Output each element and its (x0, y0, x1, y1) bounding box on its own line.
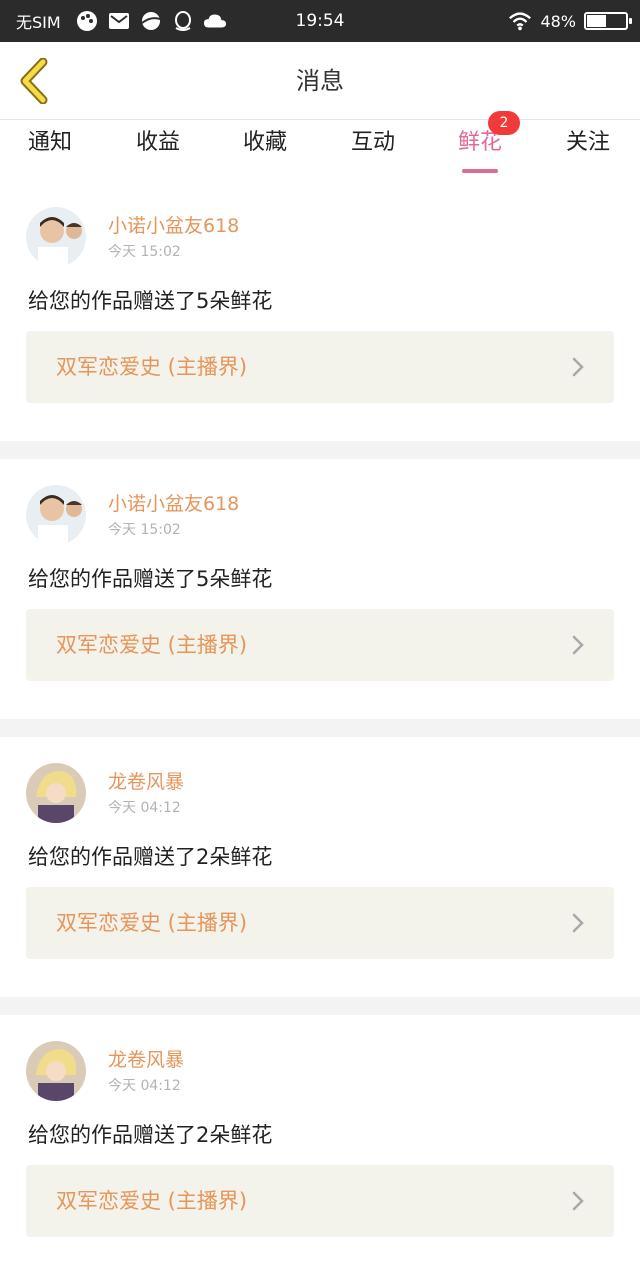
qq-icon (171, 9, 195, 33)
avatar[interactable] (26, 1041, 86, 1101)
unread-badge: 2 (488, 111, 520, 135)
tab-interactions[interactable]: 互动 (323, 121, 423, 181)
divider (0, 441, 640, 459)
sender-name[interactable]: 龙卷风暴 (108, 1045, 184, 1072)
sender-name[interactable]: 小诺小盆友618 (108, 211, 239, 238)
tab-label: 收益 (135, 130, 180, 155)
mail-icon (107, 9, 131, 33)
page-title: 消息 (296, 67, 344, 95)
work-title: 双军恋爱史 (主播界) (56, 355, 248, 379)
tab-following[interactable]: 关注 (538, 121, 638, 181)
message-text: 给您的作品赠送了2朵鲜花 (28, 1123, 273, 1147)
divider (0, 997, 640, 1015)
message-list: 小诺小盆友618 今天 15:02 给您的作品赠送了5朵鲜花 双军恋爱史 (主播… (0, 181, 640, 1275)
work-link[interactable]: 双军恋爱史 (主播界) (26, 887, 614, 959)
message-time: 今天 04:12 (108, 1078, 181, 1094)
status-bar: 无SIM 19:54 48% (0, 0, 640, 42)
tab-label: 通知 (27, 130, 72, 155)
chevron-right-icon (572, 635, 584, 655)
work-link[interactable]: 双军恋爱史 (主播界) (26, 1165, 614, 1237)
chevron-right-icon (572, 1191, 584, 1211)
chevron-right-icon (572, 357, 584, 377)
message-card[interactable]: 龙卷风暴 今天 04:12 给您的作品赠送了2朵鲜花 双军恋爱史 (主播界) (0, 1015, 640, 1275)
planet-icon (139, 9, 163, 33)
header-bar: 消息 (0, 42, 640, 120)
battery-percent: 48% (540, 11, 576, 31)
battery-icon (584, 12, 632, 30)
message-card[interactable]: 小诺小盆友618 今天 15:02 给您的作品赠送了5朵鲜花 双军恋爱史 (主播… (0, 459, 640, 719)
tab-notifications[interactable]: 通知 (0, 121, 100, 181)
message-card[interactable]: 小诺小盆友618 今天 15:02 给您的作品赠送了5朵鲜花 双军恋爱史 (主播… (0, 181, 640, 441)
back-button[interactable] (14, 56, 54, 106)
sender-name[interactable]: 小诺小盆友618 (108, 489, 239, 516)
active-tab-indicator (462, 169, 498, 173)
message-time: 今天 15:02 (108, 244, 181, 260)
tab-label: 收藏 (242, 130, 287, 155)
message-card[interactable]: 龙卷风暴 今天 04:12 给您的作品赠送了2朵鲜花 双军恋爱史 (主播界) (0, 737, 640, 997)
avatar[interactable] (26, 485, 86, 545)
divider (0, 719, 640, 737)
message-time: 今天 04:12 (108, 800, 181, 816)
carrier-label: 无SIM (16, 13, 61, 32)
tab-earnings[interactable]: 收益 (108, 121, 208, 181)
avatar[interactable] (26, 207, 86, 267)
wifi-icon (508, 9, 532, 33)
cloud-icon (203, 9, 227, 33)
paint-icon (75, 9, 99, 33)
work-link[interactable]: 双军恋爱史 (主播界) (26, 331, 614, 403)
tab-flowers[interactable]: 鲜花 2 (430, 111, 530, 181)
battery-fill (587, 15, 607, 27)
message-text: 给您的作品赠送了5朵鲜花 (28, 289, 273, 313)
tab-bar: 通知 收益 收藏 互动 鲜花 2 关注 (0, 111, 640, 181)
message-time: 今天 15:02 (108, 522, 181, 538)
tab-favorites[interactable]: 收藏 (215, 121, 315, 181)
message-text: 给您的作品赠送了5朵鲜花 (28, 567, 273, 591)
work-title: 双军恋爱史 (主播界) (56, 633, 248, 657)
tab-label: 互动 (350, 130, 395, 155)
work-link[interactable]: 双军恋爱史 (主播界) (26, 609, 614, 681)
sender-name[interactable]: 龙卷风暴 (108, 767, 184, 794)
work-title: 双军恋爱史 (主播界) (56, 911, 248, 935)
chevron-left-icon (20, 58, 48, 104)
avatar[interactable] (26, 763, 86, 823)
work-title: 双军恋爱史 (主播界) (56, 1189, 248, 1213)
chevron-right-icon (572, 913, 584, 933)
tab-label: 关注 (565, 130, 610, 155)
status-left: 无SIM (16, 0, 227, 42)
status-right: 48% (508, 0, 632, 42)
message-text: 给您的作品赠送了2朵鲜花 (28, 845, 273, 869)
